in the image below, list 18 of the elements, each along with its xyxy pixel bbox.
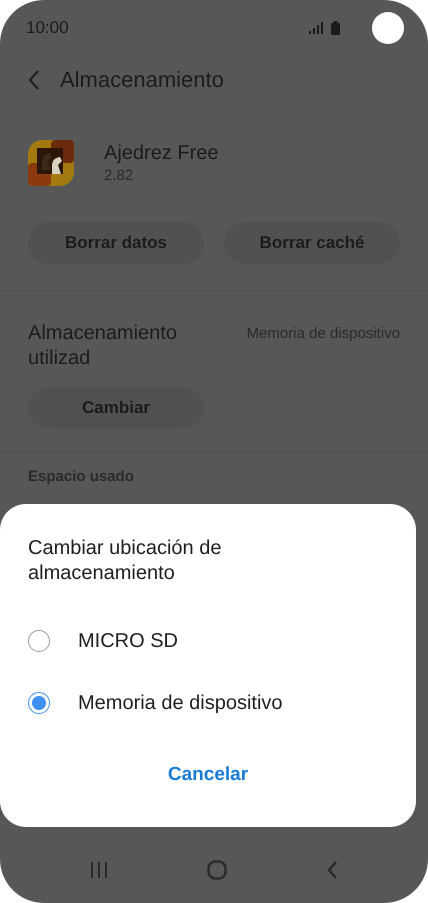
app-icon <box>28 140 74 186</box>
option-label[interactable]: Memoria de dispositivo <box>78 692 283 714</box>
app-name: Ajedrez Free <box>104 142 218 165</box>
dialog-title: Cambiar ubicación de almacenamiento <box>27 536 222 586</box>
back-icon[interactable] <box>326 860 338 880</box>
signal-icon <box>309 22 323 34</box>
back-icon[interactable] <box>28 70 40 90</box>
cancel-button[interactable]: Cancelar <box>156 758 260 792</box>
status-time: 10:00 <box>26 18 70 38</box>
camera-hole <box>372 12 404 44</box>
recents-icon[interactable] <box>90 861 108 879</box>
battery-icon <box>331 21 340 35</box>
radio-button[interactable] <box>28 630 50 652</box>
radio-button[interactable] <box>28 692 50 714</box>
home-icon[interactable] <box>206 860 227 880</box>
option-label[interactable]: MICRO SD <box>78 630 178 652</box>
storage-label: Almacenamiento utilizad <box>28 321 178 371</box>
page-title: Almacenamiento <box>60 67 224 93</box>
